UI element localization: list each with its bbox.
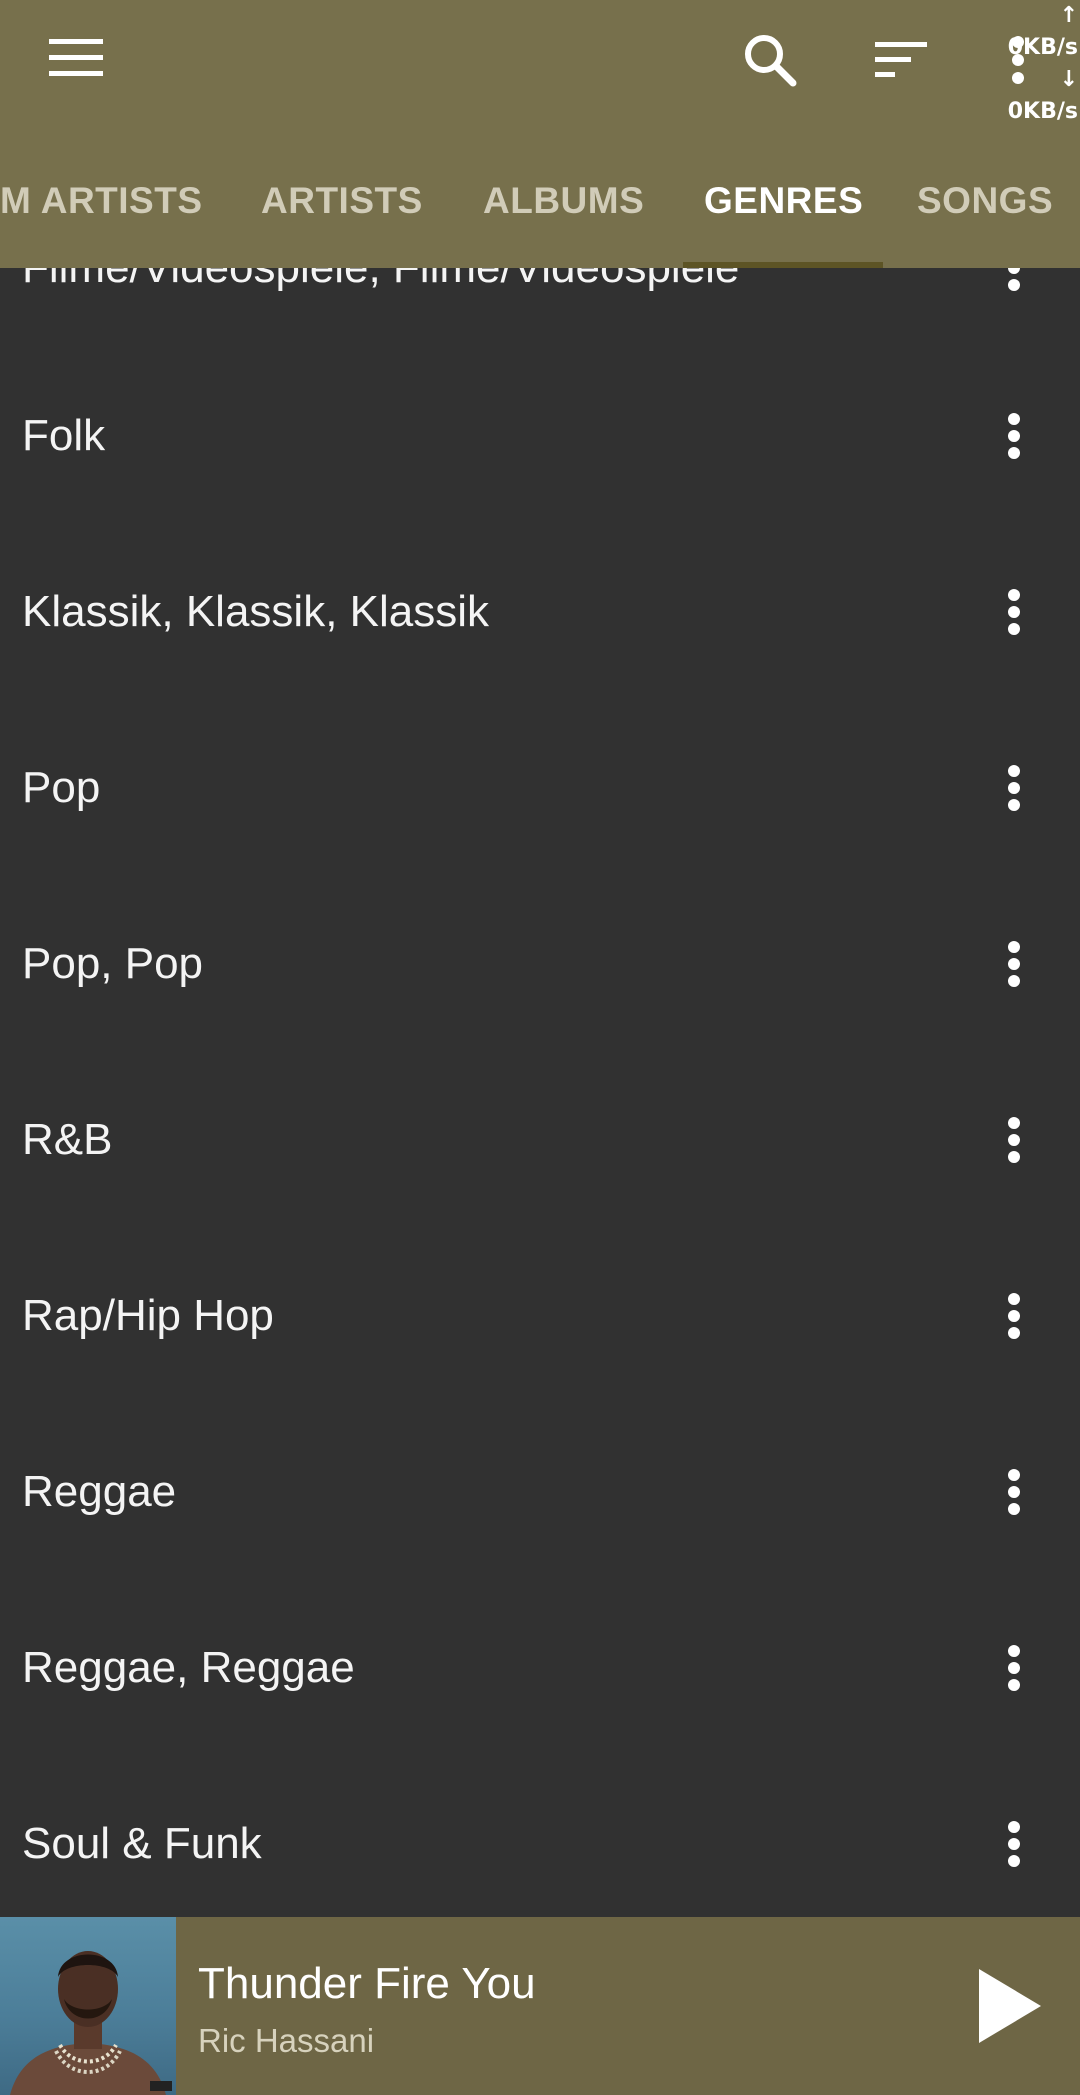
play-button[interactable] xyxy=(955,1951,1065,2061)
tab-songs[interactable]: SONGS xyxy=(917,180,1053,222)
list-item[interactable]: Folk xyxy=(0,348,1080,524)
network-speed-indicator: ↑ 0KB/s ↓ 0KB/s xyxy=(988,0,1078,128)
upload-speed: ↑ 0KB/s xyxy=(1007,3,1078,60)
item-more-button[interactable] xyxy=(986,1452,1042,1532)
active-tab-indicator xyxy=(683,262,883,268)
more-vert-icon xyxy=(1008,1821,1020,1867)
list-item[interactable]: Reggae, Reggae xyxy=(0,1580,1080,1756)
album-art[interactable] xyxy=(0,1917,176,2095)
more-vert-icon xyxy=(1008,765,1020,811)
item-more-button[interactable] xyxy=(986,1804,1042,1884)
top-app-bar: M ARTISTS ARTISTS ALBUMS GENRES SONGS xyxy=(0,0,1080,268)
genre-label: Rap/Hip Hop xyxy=(22,1291,274,1340)
genre-label: Filme/Videospiele, Filme/Videospiele xyxy=(22,268,739,293)
tab-albums[interactable]: ALBUMS xyxy=(483,180,644,222)
list-item[interactable]: R&B xyxy=(0,1052,1080,1228)
genre-label: R&B xyxy=(22,1115,113,1164)
more-vert-icon xyxy=(1008,268,1020,291)
list-item[interactable]: Pop xyxy=(0,700,1080,876)
list-item[interactable]: Pop, Pop xyxy=(0,876,1080,1052)
more-vert-icon xyxy=(1008,1293,1020,1339)
item-more-button[interactable] xyxy=(986,924,1042,1004)
item-more-button[interactable] xyxy=(986,1276,1042,1356)
item-more-button[interactable] xyxy=(986,1628,1042,1708)
list-item[interactable]: Klassik, Klassik, Klassik xyxy=(0,524,1080,700)
more-vert-icon xyxy=(1008,413,1020,459)
more-vert-icon xyxy=(1008,941,1020,987)
list-item[interactable]: Filme/Videospiele, Filme/Videospiele xyxy=(0,268,1080,356)
tab-genres[interactable]: GENRES xyxy=(704,180,863,222)
track-title: Thunder Fire You xyxy=(198,1959,536,2008)
item-more-button[interactable] xyxy=(986,396,1042,476)
sort-button[interactable] xyxy=(862,22,942,98)
play-icon xyxy=(979,1969,1041,2043)
tab-album-artists[interactable]: M ARTISTS xyxy=(0,180,203,222)
item-more-button[interactable] xyxy=(986,1100,1042,1180)
search-button[interactable] xyxy=(730,22,810,98)
item-more-button[interactable] xyxy=(986,268,1042,308)
music-app: ↑ 0KB/s ↓ 0KB/s M ARTISTS ARTISTS ALBUMS… xyxy=(0,0,1080,2095)
item-more-button[interactable] xyxy=(986,748,1042,828)
menu-button[interactable] xyxy=(40,28,112,88)
library-tabs: M ARTISTS ARTISTS ALBUMS GENRES SONGS xyxy=(0,150,1080,268)
album-art-image xyxy=(10,1951,172,2095)
genre-label: Pop, Pop xyxy=(22,939,204,988)
genre-label: Reggae xyxy=(22,1467,177,1516)
genre-label: Folk xyxy=(22,411,106,460)
search-icon xyxy=(745,35,797,87)
more-vert-icon xyxy=(1008,1469,1020,1515)
track-artist: Ric Hassani xyxy=(198,2022,375,2059)
more-vert-icon xyxy=(1008,1645,1020,1691)
genre-list: Filme/Videospiele, Filme/Videospiele Fol… xyxy=(0,268,1080,1917)
download-speed: ↓ 0KB/s xyxy=(1007,67,1078,124)
genre-label: Pop xyxy=(22,763,101,812)
hamburger-menu-icon xyxy=(49,39,103,76)
genre-label: Reggae, Reggae xyxy=(22,1643,355,1692)
genre-label: Soul & Funk xyxy=(22,1819,262,1868)
list-item[interactable]: Reggae xyxy=(0,1404,1080,1580)
more-vert-icon xyxy=(1008,1117,1020,1163)
list-item[interactable]: Soul & Funk xyxy=(0,1756,1080,1917)
sort-icon xyxy=(875,42,927,77)
tab-artists[interactable]: ARTISTS xyxy=(261,180,423,222)
more-vert-icon xyxy=(1008,589,1020,635)
genre-label: Klassik, Klassik, Klassik xyxy=(22,587,490,636)
item-more-button[interactable] xyxy=(986,572,1042,652)
mini-player[interactable]: Thunder Fire You Ric Hassani xyxy=(0,1917,1080,2095)
list-item[interactable]: Rap/Hip Hop xyxy=(0,1228,1080,1404)
